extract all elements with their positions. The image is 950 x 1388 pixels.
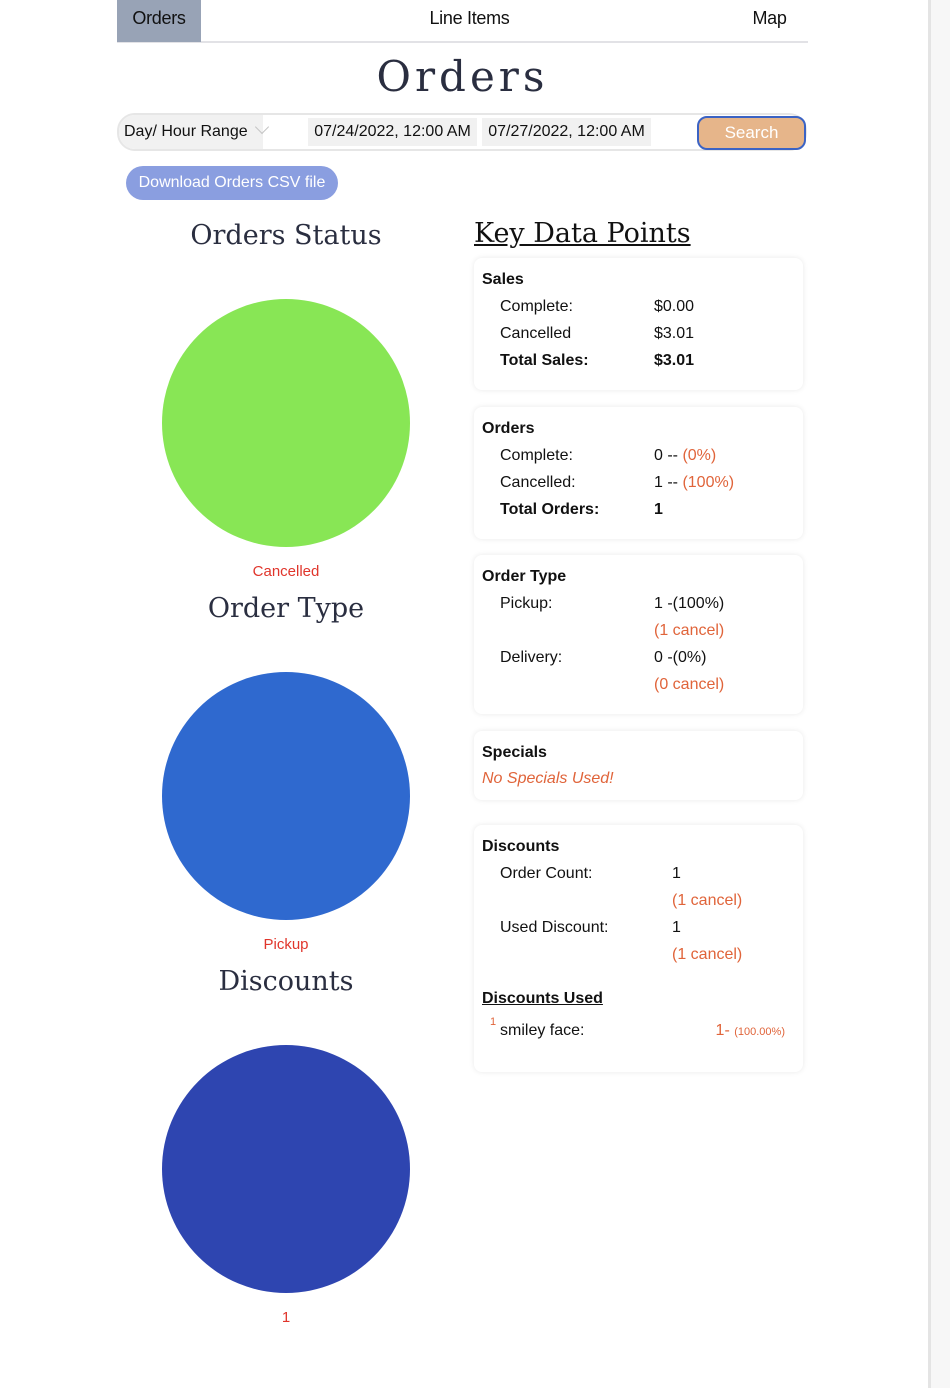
order-type-title: Order Type	[207, 593, 365, 624]
tab-orders[interactable]: Orders	[117, 0, 201, 42]
specials-title: Specials	[482, 744, 547, 761]
sales-complete-value: $0.00	[654, 298, 695, 315]
pie-slice-discount-1[interactable]	[162, 1045, 410, 1293]
orders-title: Orders	[482, 420, 535, 437]
pie-slice-pickup[interactable]	[162, 672, 410, 920]
sales-total-label: Total Sales:	[500, 352, 589, 369]
pickup-cancel: (1 cancel)	[654, 622, 725, 639]
sales-complete-label: Complete:	[500, 298, 573, 315]
sales-cancelled-value: $3.01	[654, 325, 695, 342]
search-button[interactable]: Search	[697, 116, 806, 150]
orders-complete-label: Complete:	[500, 447, 573, 464]
used-discount-cancel: (1 cancel)	[672, 946, 743, 963]
scrollbar-track[interactable]	[928, 0, 950, 1388]
delivery-cancel: (0 cancel)	[654, 676, 725, 693]
tab-line-items[interactable]: Line Items	[417, 0, 522, 42]
discount-item-name: smiley face:	[500, 1022, 585, 1039]
discount-item-value: 1- (100.00%)	[715, 1022, 785, 1039]
discount-used-item: 1 smiley face: 1- (100.00%)	[482, 1016, 795, 1060]
delivery-label: Delivery:	[500, 649, 563, 666]
start-date-input[interactable]: 07/24/2022, 12:00 AM	[308, 118, 477, 146]
pie-slice-cancelled[interactable]	[162, 299, 410, 547]
discounts-card: Discounts Order Count: 1 (1 cancel) Used …	[474, 825, 803, 1072]
range-type-select[interactable]: Day/ Hour Range	[119, 115, 269, 149]
search-bar: Day/ Hour Range 07/24/2022, 12:00 AM 07/…	[117, 113, 807, 151]
sales-cancelled-label: Cancelled	[500, 325, 572, 342]
tab-map[interactable]: Map	[747, 0, 792, 42]
specials-message: No Specials Used!	[482, 770, 614, 787]
order-type-card-title: Order Type	[482, 568, 567, 585]
orders-total-value: 1	[654, 501, 663, 518]
key-data-points-title: Key Data Points	[474, 218, 691, 249]
end-date-input[interactable]: 07/27/2022, 12:00 AM	[482, 118, 651, 146]
discount-order-count-value: 1	[672, 865, 681, 882]
used-discount-label: Used Discount:	[500, 919, 609, 936]
discounts-pie	[162, 1045, 410, 1293]
sales-title: Sales	[482, 271, 524, 288]
orders-cancelled-label: Cancelled:	[500, 474, 576, 491]
orders-card: Orders Complete: 0 -- (0%) Cancelled: 1 --…	[474, 407, 803, 539]
discount-item-index: 1	[490, 1016, 497, 1028]
orders-total-label: Total Orders:	[500, 501, 600, 518]
discount-order-count-label: Order Count:	[500, 865, 593, 882]
chevron-down-icon	[254, 119, 269, 135]
orders-status-legend-label: Cancelled	[252, 563, 320, 580]
pickup-value: 1 -(100%)	[654, 595, 725, 612]
orders-complete-value: 0 -- (0%)	[654, 447, 717, 464]
discounts-used-title: Discounts Used	[482, 990, 603, 1007]
sales-total-value: $3.01	[654, 352, 695, 369]
orders-status-pie	[162, 299, 410, 547]
orders-cancelled-pct: (100%)	[682, 474, 735, 491]
page-title: Orders	[376, 52, 549, 101]
specials-card: Specials No Specials Used!	[474, 731, 803, 800]
pickup-label: Pickup:	[500, 595, 553, 612]
order-type-card: Order Type Pickup: 1 -(100%) (1 cancel) D…	[474, 555, 803, 714]
discounts-chart-title: Discounts	[218, 966, 354, 997]
order-type-legend-label: Pickup	[263, 936, 309, 953]
top-nav: Orders Line Items Map	[117, 0, 808, 43]
download-csv-button[interactable]: Download Orders CSV file	[126, 166, 338, 200]
orders-status-title: Orders Status	[190, 220, 382, 251]
orders-complete-pct: (0%)	[682, 447, 717, 464]
sales-card: Sales Complete: $0.00 Cancelled $3.01 Tota…	[474, 258, 803, 390]
discount-order-count-cancel: (1 cancel)	[672, 892, 743, 909]
orders-cancelled-value: 1 -- (100%)	[654, 474, 735, 491]
used-discount-value: 1	[672, 919, 681, 936]
delivery-value: 0 -(0%)	[654, 649, 707, 666]
range-type-value: Day/ Hour Range	[124, 123, 248, 140]
discounts-card-title: Discounts	[482, 838, 560, 855]
discount-item-pct: (100.00%)	[734, 1026, 785, 1038]
discounts-legend-label: 1	[281, 1309, 291, 1326]
order-type-pie	[162, 672, 410, 920]
